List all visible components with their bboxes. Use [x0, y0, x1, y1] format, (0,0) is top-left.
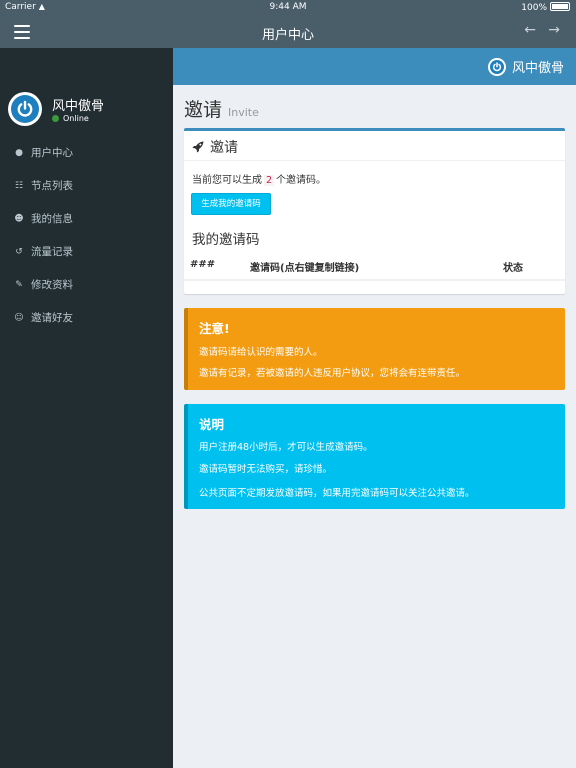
battery-icon	[550, 2, 570, 11]
brand-name: 风中傲骨	[511, 61, 564, 76]
avatar	[8, 92, 42, 126]
sidebar: 风中傲骨 Online ● 用户中心 ☷ 节点列表 ☻ 我的信息 ↺ 流量记录 ✎ 修改资…	[0, 48, 173, 768]
invite-box: 邀请 当前您可以生成 2 个邀请码。 生成我的邀请码 我的邀请码 ### 邀请码(点…	[184, 128, 565, 294]
box-title: 邀请	[210, 140, 238, 156]
status-bar: Carrier ▲ 9:44 AM 100%	[0, 0, 576, 16]
brand[interactable]: 风中傲骨	[487, 57, 564, 76]
power-icon	[17, 100, 33, 117]
warning-line: 邀请码请给认识的需要的人。	[199, 347, 323, 358]
table-divider	[184, 279, 565, 281]
warning-callout: 注意! 邀请码请给认识的需要的人。 邀请有记录，若被邀请的人违反用户协议，您将会…	[184, 308, 565, 390]
info-callout: 说明 用户注册48小时后，才可以生成邀请码。 邀请码暂时无法购买，请珍惜。 公共…	[184, 404, 565, 509]
user-name: 风中傲骨	[52, 99, 105, 114]
sidebar-item-node-list[interactable]: ☷ 节点列表	[0, 169, 173, 202]
history-icon: ↺	[15, 246, 23, 257]
user-status: Online	[52, 114, 89, 123]
page-title: 邀请 Invite	[184, 99, 259, 121]
info-line: 公共页面不定期发放邀请码，如果用完邀请码可以关注公共邀请。	[199, 488, 475, 499]
box-divider	[184, 160, 565, 161]
rocket-icon	[192, 141, 204, 153]
back-arrow-icon[interactable]: ←	[524, 22, 536, 38]
invite-count: 2	[264, 175, 275, 186]
generate-invite-button[interactable]: 生成我的邀请码	[191, 193, 271, 215]
info-line: 用户注册48小时后，才可以生成邀请码。	[199, 442, 373, 453]
user-icon: ☻	[14, 213, 24, 224]
page-subtitle: Invite	[228, 106, 259, 119]
sidebar-item-edit-profile[interactable]: ✎ 修改资料	[0, 268, 173, 301]
clock: 9:44 AM	[269, 2, 307, 12]
info-line: 邀请码暂时无法购买，请珍惜。	[199, 464, 333, 475]
top-navbar: 用户中心 ← →	[0, 16, 576, 48]
table-header-id: ###	[190, 259, 216, 270]
invite-count-text: 当前您可以生成 2 个邀请码。	[192, 175, 327, 186]
sidebar-item-label: 流量记录	[31, 246, 73, 258]
warning-title: 注意!	[199, 321, 230, 336]
info-title: 说明	[199, 417, 225, 432]
table-header-code: 邀请码(点右键复制链接)	[250, 263, 360, 274]
forward-arrow-icon[interactable]: →	[548, 22, 560, 38]
sidebar-menu: ● 用户中心 ☷ 节点列表 ☻ 我的信息 ↺ 流量记录 ✎ 修改资料 ☺ 邀请好友	[0, 136, 173, 334]
content-header: 风中傲骨	[173, 48, 576, 85]
online-dot-icon	[52, 115, 59, 122]
sidebar-item-traffic-log[interactable]: ↺ 流量记录	[0, 235, 173, 268]
my-invite-codes-heading: 我的邀请码	[192, 232, 260, 248]
sidebar-item-my-info[interactable]: ☻ 我的信息	[0, 202, 173, 235]
table-header-status: 状态	[503, 263, 523, 274]
sidebar-item-label: 用户中心	[31, 147, 73, 159]
pencil-icon: ✎	[15, 279, 23, 290]
nav-title: 用户中心	[261, 28, 314, 43]
sidebar-item-label: 我的信息	[31, 213, 73, 225]
users-icon: ☺	[14, 312, 24, 323]
warning-line: 邀请有记录，若被邀请的人违反用户协议，您将会有连带责任。	[199, 368, 466, 379]
user-panel: 风中傲骨 Online	[8, 92, 168, 128]
sidebar-item-label: 邀请好友	[31, 312, 73, 324]
sidebar-item-label: 节点列表	[31, 180, 73, 192]
sidebar-item-user-center[interactable]: ● 用户中心	[0, 136, 173, 169]
sidebar-item-label: 修改资料	[31, 279, 73, 291]
logo-icon	[487, 57, 506, 76]
sidebar-item-invite-friends[interactable]: ☺ 邀请好友	[0, 301, 173, 334]
box-header: 邀请	[192, 137, 238, 157]
dashboard-icon: ●	[15, 147, 23, 158]
battery-indicator: 100%	[521, 2, 570, 13]
sitemap-icon: ☷	[14, 180, 24, 191]
